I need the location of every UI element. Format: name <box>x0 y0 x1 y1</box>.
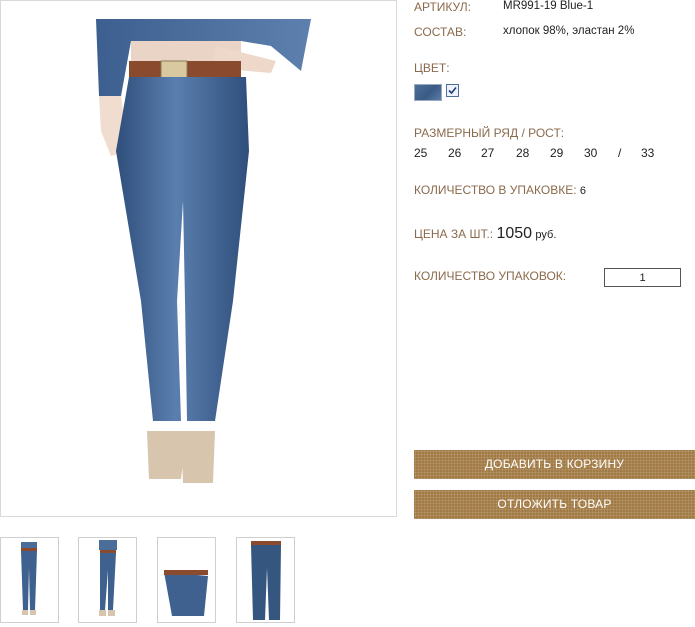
size-item: 25 <box>414 146 428 160</box>
thumbnail-4[interactable] <box>236 537 295 623</box>
thumbnail-2[interactable] <box>78 537 137 623</box>
size-item: 30 <box>584 146 598 160</box>
price-row: ЦЕНА ЗА ШТ.: 1050 руб. <box>414 225 556 243</box>
size-item: 26 <box>448 146 462 160</box>
main-product-image[interactable] <box>0 0 397 517</box>
thumbnail-3[interactable] <box>157 537 216 623</box>
pack-quantity-value: 6 <box>579 185 587 197</box>
size-item: 27 <box>481 146 495 160</box>
pack-quantity-row: КОЛИЧЕСТВО В УПАКОВКЕ: 6 <box>414 183 586 197</box>
thumbnail-photo <box>251 541 281 620</box>
add-to-cart-button[interactable]: ДОБАВИТЬ В КОРЗИНУ <box>414 450 695 479</box>
size-item: 28 <box>516 146 530 160</box>
pack-quantity-label: КОЛИЧЕСТВО В УПАКОВКЕ: <box>414 183 577 197</box>
color-swatch[interactable] <box>414 84 442 101</box>
thumbnail-photo <box>99 540 117 616</box>
article-value: MR991-19 Blue-1 <box>503 0 594 12</box>
price-label: ЦЕНА ЗА ШТ.: <box>414 227 494 241</box>
price-value: 1050 <box>496 225 533 242</box>
composition-label: СОСТАВ: <box>414 25 467 39</box>
checkmark-icon <box>448 86 457 95</box>
article-label: АРТИКУЛ: <box>414 0 471 14</box>
price-currency: руб. <box>535 229 557 241</box>
packs-quantity-input[interactable] <box>604 268 681 287</box>
composition-value: хлопок 98%, эластан 2% <box>503 25 635 37</box>
packs-label: КОЛИЧЕСТВО УПАКОВОК: <box>414 269 567 283</box>
thumbnail-photo <box>21 542 37 615</box>
defer-item-button[interactable]: ОТЛОЖИТЬ ТОВАР <box>414 490 695 519</box>
size-item: 33 <box>641 146 655 160</box>
size-separator: / <box>618 146 622 160</box>
color-checkbox[interactable] <box>446 84 459 97</box>
jeans-model-photo <box>96 19 311 483</box>
size-label: РАЗМЕРНЫЙ РЯД / РОСТ: <box>414 126 565 140</box>
thumbnail-photo <box>164 570 208 616</box>
size-item: 29 <box>550 146 564 160</box>
color-label: ЦВЕТ: <box>414 61 450 75</box>
thumbnail-1[interactable] <box>0 537 59 623</box>
